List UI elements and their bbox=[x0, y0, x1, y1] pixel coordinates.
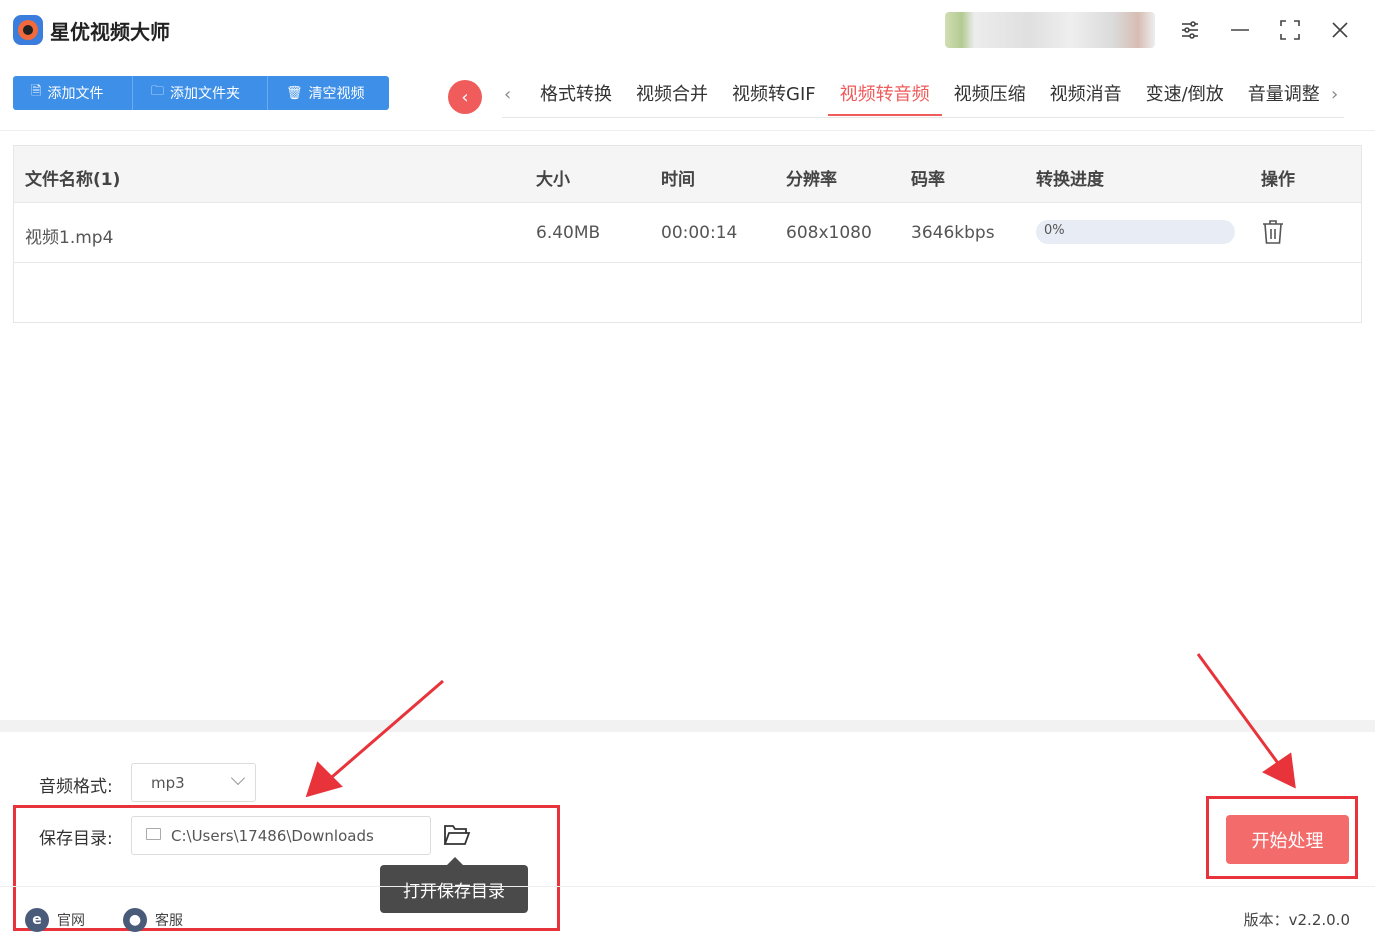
chevron-down-icon bbox=[230, 770, 246, 786]
cell-bitrate: 3646kbps bbox=[911, 223, 995, 243]
feature-tabs: 格式转换 视频合并 视频转GIF 视频转音频 视频压缩 视频消音 变速/倒放 音… bbox=[528, 82, 1332, 116]
app-logo-icon bbox=[13, 15, 43, 45]
tabs-underline bbox=[502, 117, 1344, 118]
chevron-left-icon: ‹ bbox=[461, 86, 469, 108]
file-toolbar: 🗎 添加文件 🗀 添加文件夹 🗑 清空视频 bbox=[13, 76, 389, 110]
arrow-to-save-dir bbox=[305, 679, 444, 798]
add-file-button[interactable]: 🗎 添加文件 bbox=[13, 76, 133, 110]
table-header: 文件名称(1) 大小 时间 分辨率 码率 转换进度 操作 bbox=[14, 146, 1361, 203]
audio-format-label: 音频格式: bbox=[39, 777, 113, 797]
user-avatar-blurred[interactable] bbox=[945, 12, 1155, 48]
maximize-icon[interactable] bbox=[1274, 14, 1306, 46]
cell-duration: 00:00:14 bbox=[661, 223, 738, 243]
progress-bar: 0% bbox=[1036, 220, 1235, 244]
clear-videos-button[interactable]: 🗑 清空视频 bbox=[268, 76, 389, 110]
tab-format-convert[interactable]: 格式转换 bbox=[528, 82, 624, 116]
file-icon: 🗎 bbox=[31, 84, 42, 99]
settings-sliders-icon[interactable] bbox=[1174, 14, 1206, 46]
audio-format-value: mp3 bbox=[151, 774, 185, 792]
cell-name: 视频1.mp4 bbox=[25, 228, 114, 248]
trash-icon: 🗑 bbox=[286, 85, 303, 101]
file-table: 文件名称(1) 大小 时间 分辨率 码率 转换进度 操作 视频1.mp4 6.4… bbox=[13, 145, 1362, 323]
cell-resolution: 608x1080 bbox=[786, 223, 872, 243]
tabs-scroll-left-icon[interactable]: ‹ bbox=[504, 84, 511, 105]
audio-format-select[interactable]: mp3 bbox=[131, 763, 256, 802]
col-resolution: 分辨率 bbox=[786, 170, 837, 190]
highlight-box-save-dir bbox=[13, 805, 560, 931]
col-size: 大小 bbox=[536, 170, 570, 190]
add-folder-button[interactable]: 🗀 添加文件夹 bbox=[133, 76, 268, 110]
browser-e-icon: e bbox=[25, 908, 49, 932]
cell-size: 6.40MB bbox=[536, 223, 601, 243]
tab-video-mute[interactable]: 视频消音 bbox=[1038, 82, 1134, 116]
col-name: 文件名称(1) bbox=[25, 170, 121, 190]
table-row[interactable]: 视频1.mp4 6.40MB 00:00:14 608x1080 3646kbp… bbox=[14, 203, 1361, 263]
progress-text: 0% bbox=[1044, 223, 1065, 238]
highlight-box-start bbox=[1206, 796, 1358, 879]
tab-video-merge[interactable]: 视频合并 bbox=[624, 82, 720, 116]
website-label: 官网 bbox=[57, 913, 85, 929]
divider bbox=[0, 130, 1375, 131]
clear-videos-label: 清空视频 bbox=[308, 86, 365, 102]
tab-video-to-gif[interactable]: 视频转GIF bbox=[720, 82, 828, 116]
folder-icon: 🗀 bbox=[151, 84, 165, 99]
col-bitrate: 码率 bbox=[911, 170, 945, 190]
tabs-scroll-right-icon[interactable]: › bbox=[1331, 84, 1338, 105]
add-file-label: 添加文件 bbox=[47, 86, 104, 102]
add-folder-label: 添加文件夹 bbox=[170, 86, 241, 102]
close-icon[interactable] bbox=[1324, 14, 1356, 46]
support-link[interactable]: ● 客服 bbox=[123, 908, 183, 932]
back-button[interactable]: ‹ bbox=[448, 80, 482, 114]
support-label: 客服 bbox=[155, 913, 183, 929]
tab-volume-adjust[interactable]: 音量调整 bbox=[1236, 82, 1332, 116]
col-progress: 转换进度 bbox=[1036, 170, 1104, 190]
chat-bubble-icon: ● bbox=[123, 908, 147, 932]
app-title: 星优视频大师 bbox=[50, 20, 170, 44]
col-action: 操作 bbox=[1261, 170, 1295, 190]
tab-speed-reverse[interactable]: 变速/倒放 bbox=[1134, 82, 1236, 116]
website-link[interactable]: e 官网 bbox=[25, 908, 85, 932]
tab-video-compress[interactable]: 视频压缩 bbox=[942, 82, 1038, 116]
footer-divider bbox=[0, 886, 1375, 887]
content-area-bottom bbox=[0, 720, 1375, 732]
delete-row-icon[interactable] bbox=[1262, 219, 1284, 245]
version-text: 版本：v2.2.0.0 bbox=[1243, 911, 1350, 929]
col-duration: 时间 bbox=[661, 170, 695, 190]
tab-video-to-audio[interactable]: 视频转音频 bbox=[827, 82, 942, 116]
title-bar: 星优视频大师 bbox=[0, 0, 1375, 62]
minimize-icon[interactable] bbox=[1224, 14, 1256, 46]
